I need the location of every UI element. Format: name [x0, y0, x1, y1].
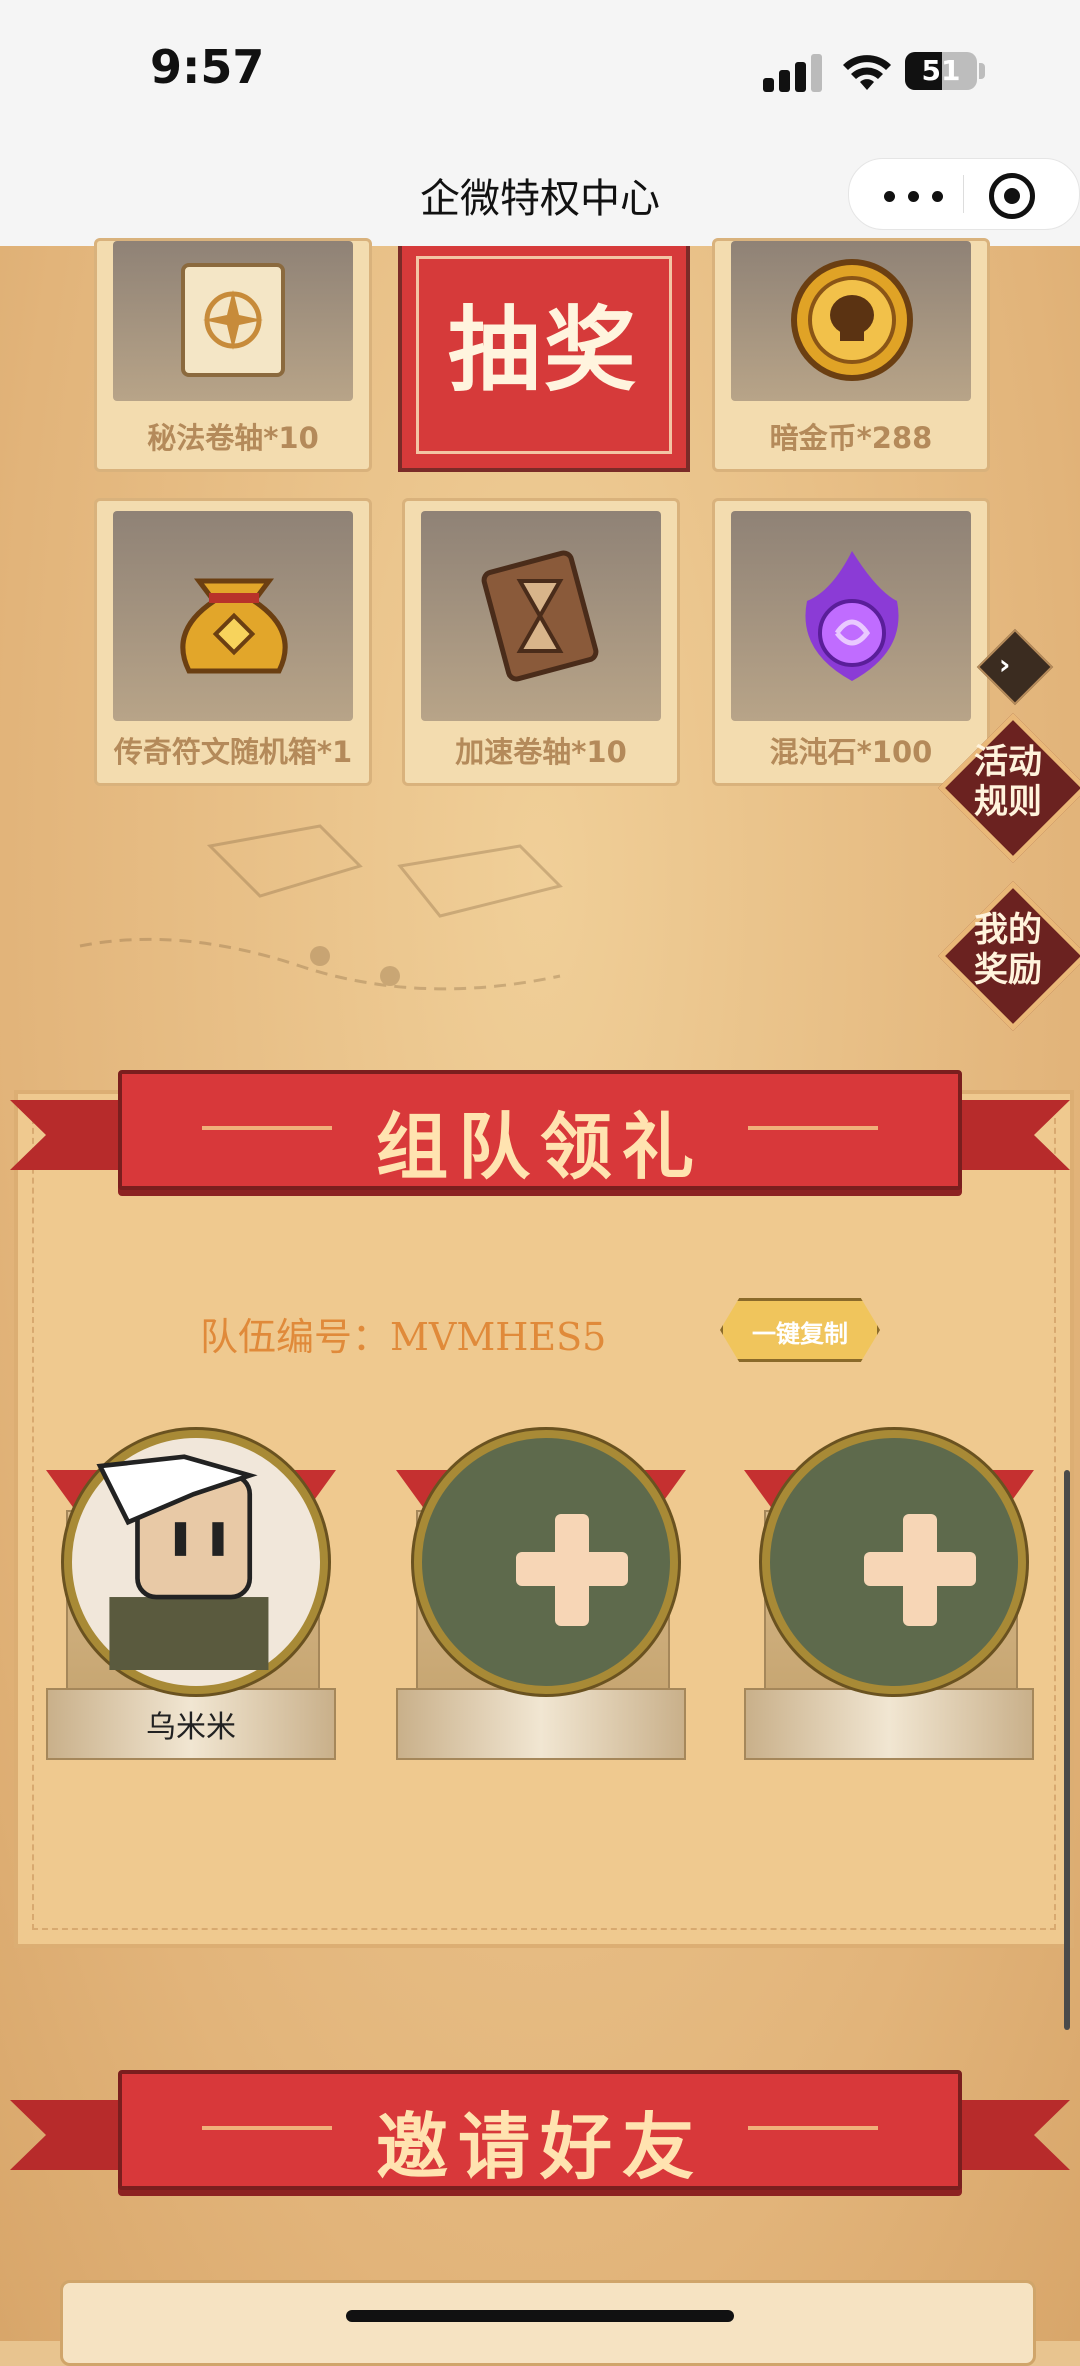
copy-button[interactable]: 一键复制	[720, 1298, 880, 1362]
target-icon[interactable]	[989, 173, 1035, 219]
scrollbar[interactable]	[1064, 1470, 1070, 2030]
team-slot-filled: 乌米米	[46, 1430, 336, 1760]
bag-icon	[180, 578, 288, 674]
nav-bar: 企微特权中心	[0, 140, 1080, 246]
prize-card: 秘法卷轴*10	[94, 238, 372, 472]
team-slot-empty[interactable]	[744, 1430, 1034, 1760]
chevron-right-icon: ›	[998, 647, 1011, 681]
prize-label: 秘法卷轴*10	[147, 421, 319, 455]
lottery-label: 抽奖	[447, 297, 640, 404]
prize-label: 混沌石*100	[769, 735, 933, 769]
invite-ribbon: 邀请好友	[10, 2070, 1070, 2200]
section-title: 邀请好友	[375, 2105, 704, 2189]
prize-card: 传奇符文随机箱*1	[94, 498, 372, 786]
status-bar: 9:57 51	[0, 0, 1080, 140]
battery-tip	[979, 63, 985, 79]
prize-label: 传奇符文随机箱*1	[113, 735, 353, 769]
scroll-icon	[181, 263, 285, 377]
capsule-divider	[963, 175, 964, 213]
avatar	[64, 1430, 328, 1694]
battery-icon: 51	[905, 52, 977, 90]
prize-label: 暗金币*288	[769, 421, 933, 455]
rules-button[interactable]: 活动 规则	[948, 742, 1068, 822]
add-member-button[interactable]	[762, 1430, 1026, 1694]
copy-button-label: 一键复制	[752, 1320, 848, 1348]
invite-row	[60, 2280, 1036, 2366]
character-avatar-icon	[96, 1454, 269, 1670]
team-code-line: 队伍编号：MVMHES5	[200, 1306, 606, 1361]
rewards-button[interactable]: 我的 奖励	[948, 910, 1068, 990]
hourglass-scroll-icon	[481, 550, 599, 682]
more-dots-icon[interactable]	[884, 191, 944, 202]
team-code: MVMHES5	[390, 1315, 607, 1359]
purple-flame-icon	[805, 551, 899, 681]
plus-icon	[555, 1514, 589, 1626]
signal-icon	[763, 52, 823, 92]
battery-level: 51	[921, 54, 961, 87]
miniprogram-capsule	[848, 158, 1080, 230]
team-code-label: 队伍编号：	[200, 1315, 391, 1359]
clock: 9:57	[150, 40, 265, 94]
home-indicator[interactable]	[346, 2310, 734, 2322]
prize-card: 加速卷轴*10	[402, 498, 680, 786]
wifi-icon	[843, 55, 891, 90]
lottery-button[interactable]: 抽奖	[398, 246, 690, 472]
member-name: 乌米米	[146, 1710, 236, 1745]
skull-coin-icon	[791, 259, 913, 381]
section-title: 组队领礼	[375, 1105, 704, 1189]
team-ribbon: 组队领礼	[10, 1070, 1070, 1200]
add-member-button[interactable]	[414, 1430, 678, 1694]
prize-card: 暗金币*288	[712, 238, 990, 472]
village-sketch	[79, 824, 563, 991]
prize-label: 加速卷轴*10	[455, 735, 627, 769]
plus-icon	[903, 1514, 937, 1626]
team-slot-empty[interactable]	[396, 1430, 686, 1760]
